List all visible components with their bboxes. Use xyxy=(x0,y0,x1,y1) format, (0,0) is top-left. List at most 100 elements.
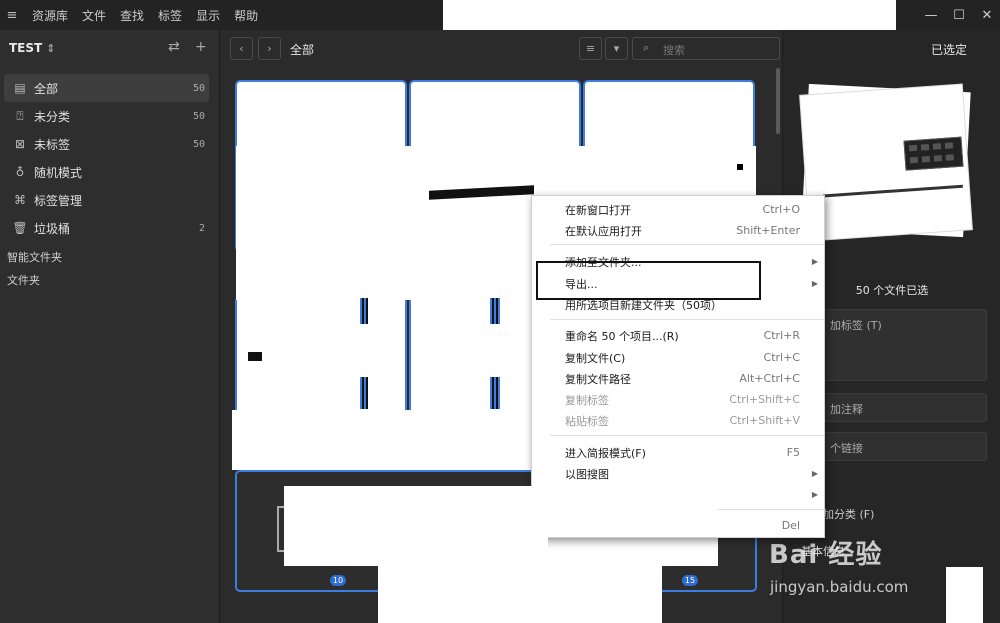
main-toolbar: ‹ › 全部 ≡ ▾ ⌕ 搜索 xyxy=(220,30,782,66)
sidebar-item-uncategorized[interactable]: ⍰ 未分类 50 xyxy=(4,102,209,130)
sidebar-item-label: 垃圾桶 xyxy=(34,221,71,236)
ctx-copy-tags: 复制标签 Ctrl+Shift+C xyxy=(532,389,824,410)
trash-icon: 🗑 xyxy=(12,221,28,235)
add-icon[interactable]: + xyxy=(195,39,207,55)
sidebar-item-all[interactable]: ▤ 全部 50 xyxy=(4,74,209,102)
submenu-arrow-icon: ▶ xyxy=(811,469,818,478)
search-placeholder: 搜索 xyxy=(663,44,685,57)
bar-fragment xyxy=(360,377,368,409)
sidebar-item-label: 未标签 xyxy=(34,137,71,152)
watermark-logo: Bai 经验 xyxy=(769,540,883,570)
add-tag-label: 加标签 (T) xyxy=(830,319,882,332)
menu-file[interactable]: 文件 xyxy=(82,7,106,24)
tag-icon: ⌘ xyxy=(14,193,26,207)
add-link-label: 个链接 xyxy=(830,442,863,455)
back-button[interactable]: ‹ xyxy=(230,37,253,60)
sort-button[interactable]: ≡ xyxy=(579,37,602,60)
forward-button[interactable]: › xyxy=(258,37,281,60)
add-category-label[interactable]: 加分类 (F) xyxy=(823,506,874,522)
menu-tags[interactable]: 标签 xyxy=(158,7,182,24)
server-image xyxy=(903,136,964,171)
chevron-right-icon: › xyxy=(267,42,272,55)
filter-button[interactable]: ▾ xyxy=(605,37,628,60)
redaction-block xyxy=(236,246,576,300)
sort-icon: ≡ xyxy=(585,42,596,55)
submenu-arrow-icon: ▶ xyxy=(811,490,818,499)
maximize-icon[interactable]: ☐ xyxy=(946,0,972,30)
question-icon: ⍰ xyxy=(16,108,24,123)
library-name: TEST xyxy=(9,41,43,55)
menu-item-shortcut: Ctrl+R xyxy=(763,329,800,342)
ctx-paste-tags: 粘贴标签 Ctrl+Shift+V xyxy=(532,410,824,431)
submenu-arrow-icon: ▶ xyxy=(811,279,818,288)
menu-separator xyxy=(550,435,824,436)
section-folders[interactable]: 文件夹 xyxy=(0,268,219,291)
menu-item-label: 复制标签 xyxy=(565,393,609,407)
bar-fragment xyxy=(490,298,500,324)
menu-item-shortcut: Alt+Ctrl+C xyxy=(739,372,800,385)
redaction-block xyxy=(232,410,537,470)
count-badge: 15 xyxy=(681,575,699,586)
ctx-submenu-hidden[interactable]: ▶ xyxy=(532,484,824,505)
search-input[interactable]: ⌕ 搜索 xyxy=(632,37,780,60)
ctx-search-by-image[interactable]: 以图搜图 ▶ xyxy=(532,463,824,484)
context-menu: 在新窗口打开 Ctrl+O 在默认应用打开 Shift+Enter 添加至文件夹… xyxy=(531,195,825,538)
menu-item-label: 在默认应用打开 xyxy=(565,224,642,238)
bar-fragment xyxy=(360,298,368,324)
minimize-icon[interactable]: — xyxy=(918,0,944,30)
menu-separator xyxy=(550,244,824,245)
image-fragment xyxy=(248,352,262,361)
ctx-copy-file-path[interactable]: 复制文件路径 Alt+Ctrl+C xyxy=(532,368,824,389)
menu-item-label: 复制文件(C) xyxy=(565,351,626,365)
section-smart-folders[interactable]: 智能文件夹 xyxy=(0,245,219,268)
sidebar-item-trash[interactable]: 🗑 垃圾桶 2 xyxy=(4,214,209,242)
ctx-open-default-app[interactable]: 在默认应用打开 Shift+Enter xyxy=(532,220,824,241)
menu-item-shortcut: Ctrl+Shift+V xyxy=(729,414,800,427)
menu-item-label: 进入简报模式(F) xyxy=(565,446,646,460)
search-icon: ⌕ xyxy=(643,41,650,54)
image-fragment xyxy=(735,162,745,172)
shelf-line xyxy=(823,184,963,198)
menu-item-shortcut: Ctrl+Shift+C xyxy=(729,393,800,406)
menu-view[interactable]: 显示 xyxy=(196,7,220,24)
sidebar-item-count: 50 xyxy=(192,138,205,150)
sidebar: TEST ⇕ ⇄ + ▤ 全部 50 ⍰ 未分类 50 ⊠ 未标签 50 ♁ 随… xyxy=(0,30,220,623)
count-badge: 10 xyxy=(329,575,347,586)
add-note-label: 加注释 xyxy=(830,403,863,416)
menu-separator xyxy=(550,319,824,320)
hamburger-menu-icon[interactable]: ≡ xyxy=(1,8,23,23)
ctx-copy-file[interactable]: 复制文件(C) Ctrl+C xyxy=(532,347,824,368)
highlight-annotation-box xyxy=(536,261,761,300)
menu-item-shortcut: Del xyxy=(781,519,800,532)
bulb-icon: ♁ xyxy=(15,165,25,179)
sidebar-item-label: 标签管理 xyxy=(34,193,83,208)
untagged-icon: ⊠ xyxy=(14,137,26,151)
library-switcher[interactable]: TEST ⇕ ⇄ + xyxy=(0,30,219,66)
menu-item-label: 复制文件路径 xyxy=(565,372,631,386)
scrollbar[interactable] xyxy=(776,68,780,134)
ctx-open-new-window[interactable]: 在新窗口打开 Ctrl+O xyxy=(532,199,824,220)
sidebar-item-random[interactable]: ♁ 随机模式 xyxy=(4,158,209,186)
all-icon: ▤ xyxy=(14,81,26,95)
chevron-left-icon: ‹ xyxy=(239,42,244,55)
close-icon[interactable]: ✕ xyxy=(974,0,1000,30)
menu-library[interactable]: 资源库 xyxy=(32,7,68,24)
redaction-block xyxy=(284,486,548,566)
menu-item-shortcut: Shift+Enter xyxy=(736,224,800,237)
chevron-updown-icon: ⇕ xyxy=(46,41,56,55)
sidebar-item-untagged[interactable]: ⊠ 未标签 50 xyxy=(4,130,209,158)
sidebar-item-label: 随机模式 xyxy=(34,165,83,180)
redaction-block xyxy=(378,564,662,623)
menu-item-shortcut: Ctrl+O xyxy=(762,203,800,216)
swap-icon[interactable]: ⇄ xyxy=(168,39,180,55)
menu-find[interactable]: 查找 xyxy=(120,7,144,24)
ctx-rename[interactable]: 重命名 50 个项目...(R) Ctrl+R xyxy=(532,325,824,346)
menu-item-label: 以图搜图 xyxy=(565,467,609,481)
filter-icon: ▾ xyxy=(613,42,620,55)
breadcrumb: 全部 xyxy=(290,43,315,57)
tab-selected[interactable]: 已选定 xyxy=(931,41,967,58)
sidebar-item-tag-manager[interactable]: ⌘ 标签管理 xyxy=(4,186,209,214)
submenu-arrow-icon: ▶ xyxy=(811,257,818,266)
ctx-presentation-mode[interactable]: 进入简报模式(F) F5 xyxy=(532,442,824,463)
menu-help[interactable]: 帮助 xyxy=(234,7,258,24)
